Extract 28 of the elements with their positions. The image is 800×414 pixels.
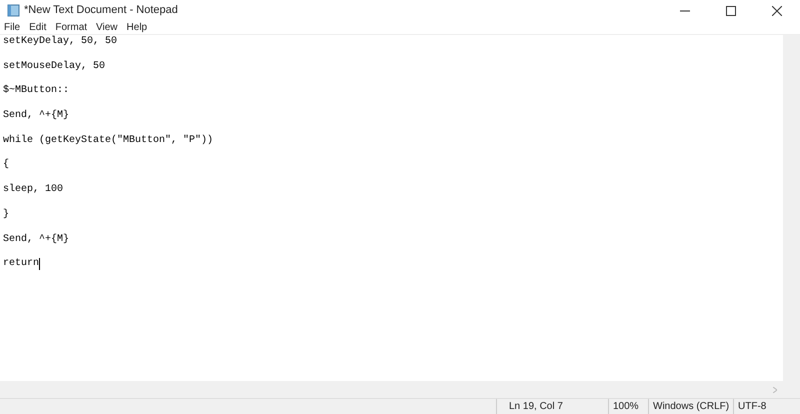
code-line: } bbox=[3, 208, 10, 221]
cursor-position: Ln 19, Col 7 bbox=[496, 399, 608, 414]
menu-item[interactable]: Format bbox=[55, 20, 88, 35]
code-line: setKeyDelay, 50, 50 bbox=[3, 36, 118, 48]
horizontal-scrollbar[interactable] bbox=[0, 381, 783, 398]
scroll-right-icon[interactable] bbox=[773, 386, 777, 392]
code-line: return bbox=[3, 258, 40, 270]
menu-item[interactable]: Edit bbox=[29, 20, 46, 35]
text-area[interactable]: setKeyDelay, 50, 50 setMouseDelay, 50 $~MButton:: Send, ^+{M} while (getKeyState("MButton", "P")) { sleep, 100 } Send, ^+{M} return bbox=[0, 35, 783, 381]
menu-item[interactable]: View bbox=[96, 20, 118, 35]
notepad-icon bbox=[7, 4, 20, 17]
code-line: sleep, 100 bbox=[3, 184, 64, 196]
text-cursor bbox=[39, 258, 40, 270]
menu-item[interactable]: File bbox=[4, 20, 20, 35]
close-icon bbox=[772, 6, 782, 16]
menu-item[interactable]: Help bbox=[126, 20, 148, 35]
line-ending: Windows (CRLF) bbox=[648, 399, 733, 414]
encoding: UTF-8 bbox=[733, 399, 800, 414]
code-line: setMouseDelay, 50 bbox=[3, 60, 106, 73]
code-line: $~MButton:: bbox=[3, 85, 70, 98]
code-line: { bbox=[3, 159, 10, 172]
window-title: *New Text Document - Notepad bbox=[24, 3, 178, 18]
code-line: Send, ^+{M} bbox=[3, 234, 70, 246]
code-line: Send, ^+{M} bbox=[3, 110, 70, 122]
maximize-icon bbox=[726, 6, 736, 16]
zoom-level: 100% bbox=[608, 399, 648, 414]
minimize-icon bbox=[680, 10, 690, 12]
code-line: while (getKeyState("MButton", "P")) bbox=[3, 134, 214, 147]
